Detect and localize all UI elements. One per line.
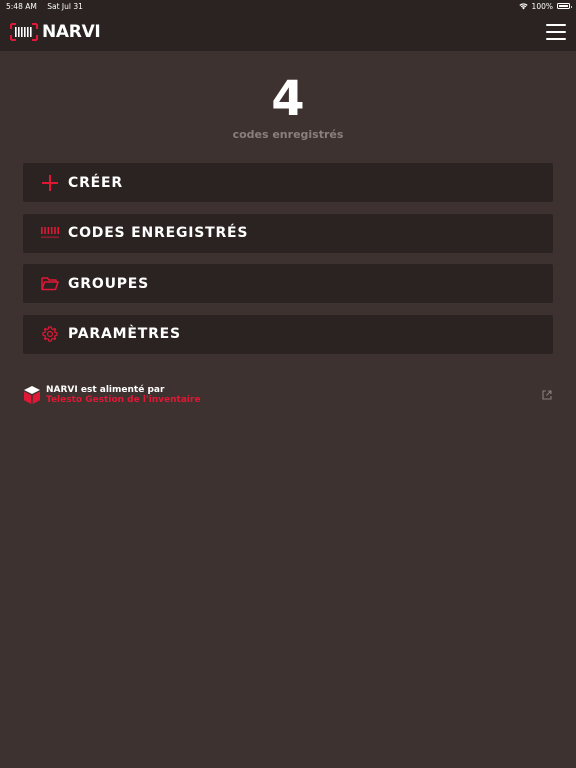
folder-icon [41,275,59,293]
create-label: CRÉER [68,174,123,191]
battery-percent: 100% [531,1,553,11]
saved-codes-menu-label: CODES ENREGISTRÉS [68,225,249,241]
footer-text: NARVI est alimenté par Telesto Gestion d… [46,385,201,405]
status-time: 5:48 AM [6,1,37,11]
telesto-box-icon [24,386,40,404]
settings-label: PARAMÈTRES [68,326,181,342]
barcode-icon [41,224,59,242]
wifi-icon [518,2,528,9]
create-button[interactable]: CRÉER [23,163,553,202]
saved-codes-count: 4 [271,71,305,127]
brand-name: NARVI [42,21,101,42]
groups-label: GROUPES [68,275,150,292]
status-right: 100% [518,1,572,11]
powered-by-footer: NARVI est alimenté par Telesto Gestion d… [23,383,553,407]
barcode-logo-icon [10,22,38,41]
brand-logo: NARVI [10,21,101,42]
powered-by-text: NARVI est alimenté par [46,385,165,395]
settings-button[interactable]: PARAMÈTRES [23,314,553,354]
plus-icon [41,174,59,192]
saved-codes-summary: 4 codes enregistrés [0,72,576,141]
external-link-icon[interactable] [541,389,553,401]
status-date: Sat Jul 31 [47,1,83,11]
hamburger-line [546,30,566,33]
nav-bar: NARVI [0,12,576,51]
hamburger-line [546,23,566,26]
gear-icon [41,325,59,343]
main-menu: CRÉER CODES ENREGISTRÉS GROUPES PARAMÈTR… [23,163,553,365]
hamburger-line [546,37,566,40]
battery-icon [557,3,572,9]
saved-codes-button[interactable]: CODES ENREGISTRÉS [23,213,553,253]
status-left: 5:48 AM Sat Jul 31 [6,2,91,11]
status-bar: 5:48 AM Sat Jul 31 100% [0,0,576,12]
telesto-link[interactable]: Telesto Gestion de l'inventaire [46,395,201,405]
groups-button[interactable]: GROUPES [23,264,553,303]
saved-codes-label: codes enregistrés [232,128,344,141]
hamburger-menu-button[interactable] [546,23,566,40]
